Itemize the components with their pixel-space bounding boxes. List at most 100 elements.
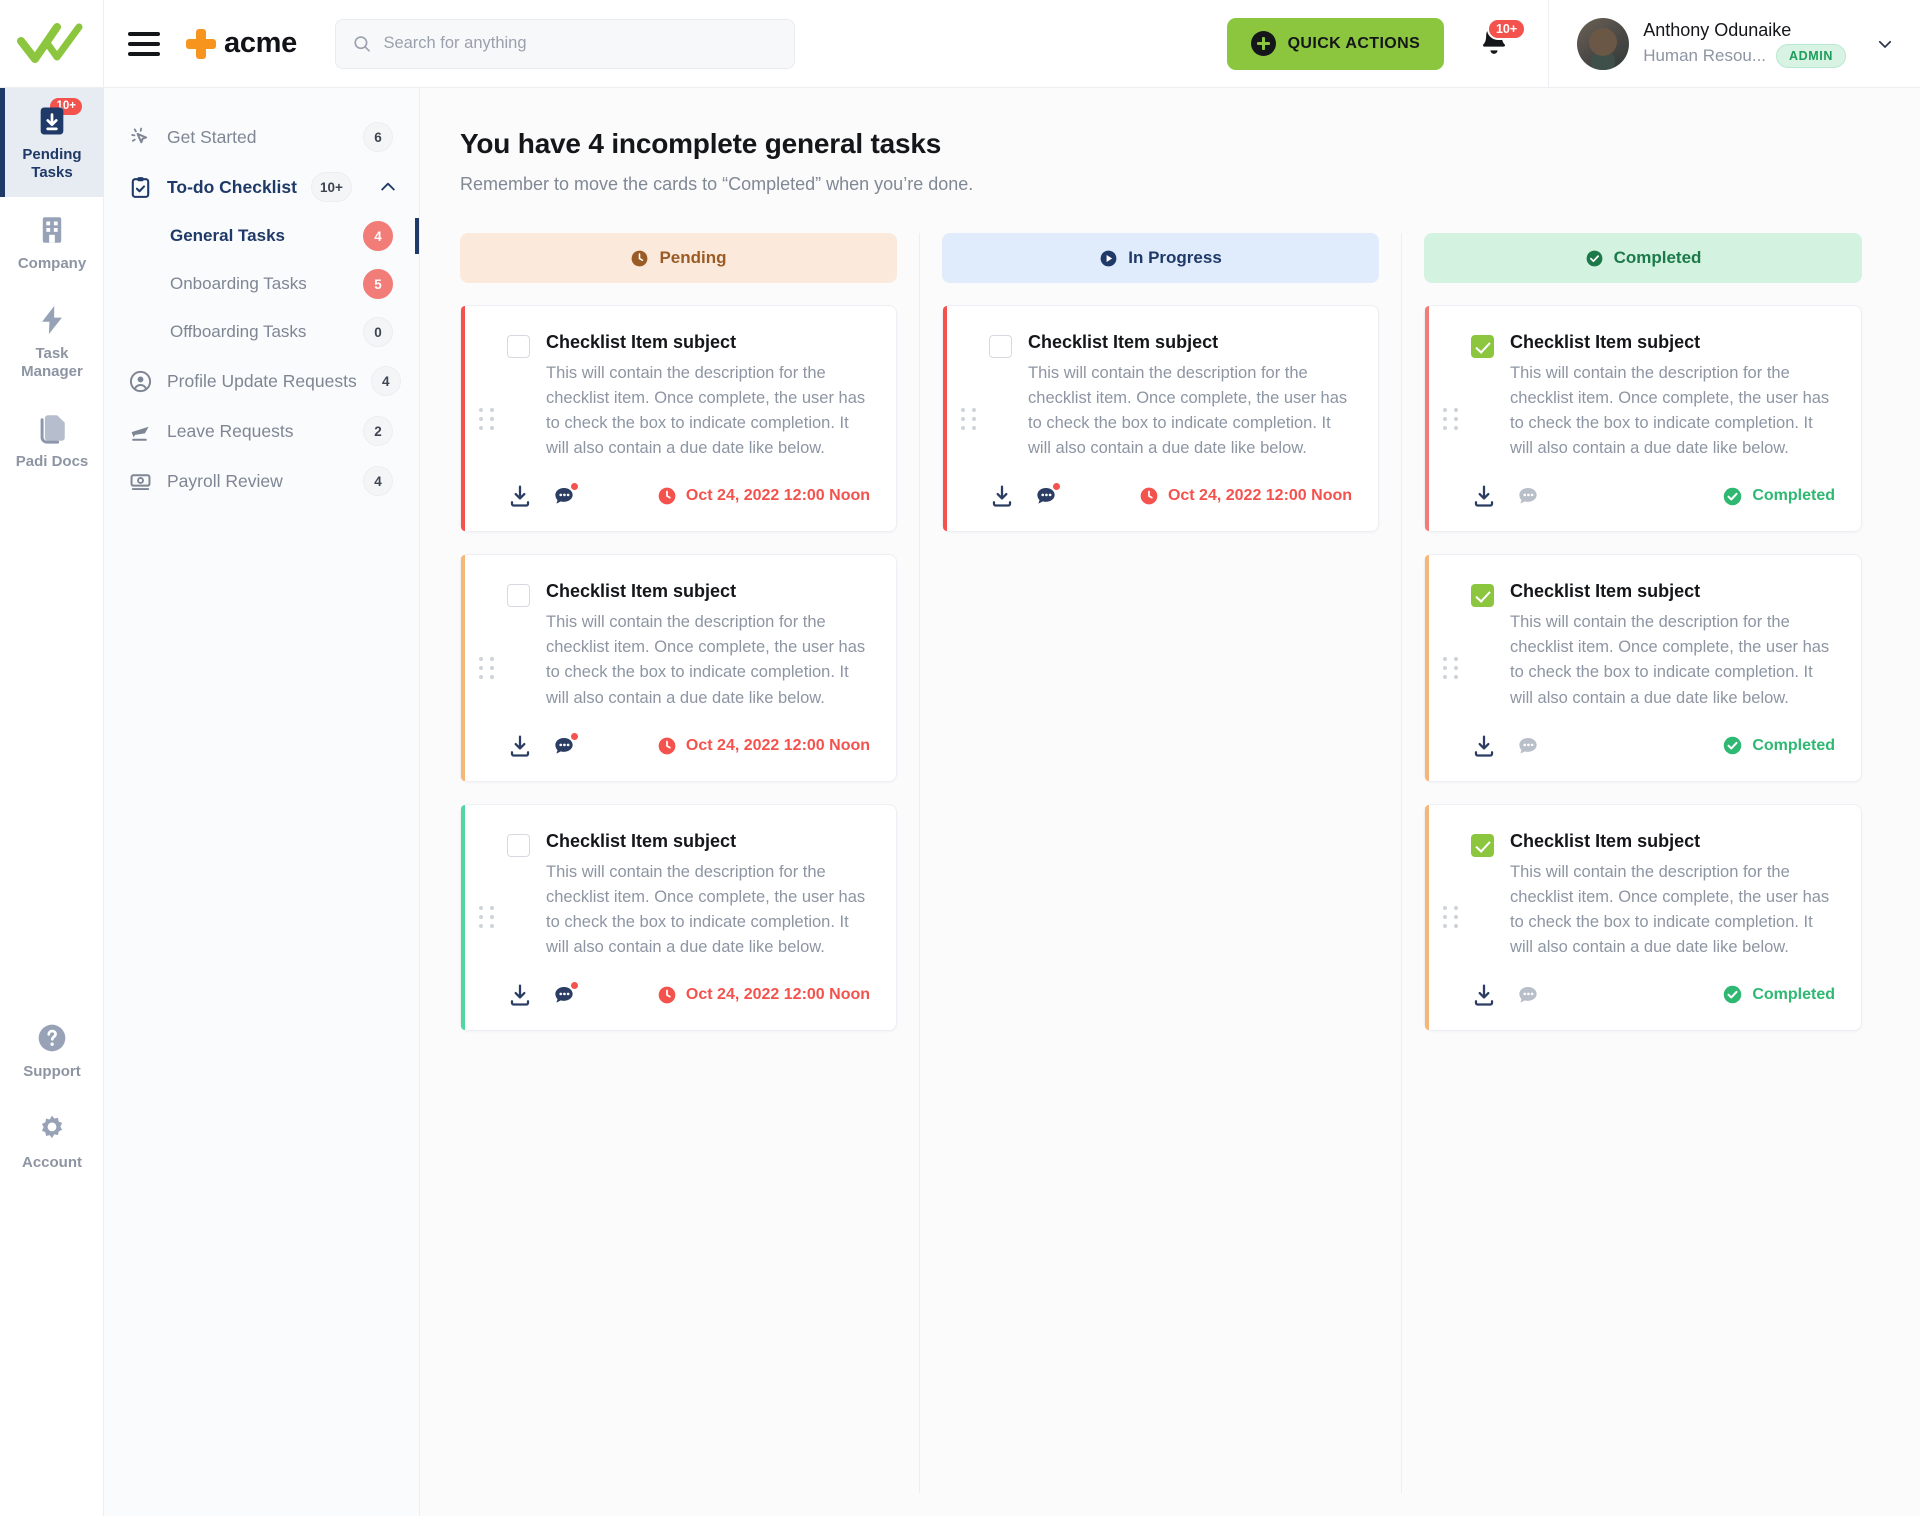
drag-handle[interactable] bbox=[961, 407, 977, 430]
card-body: Checklist Item subject This will contain… bbox=[546, 332, 870, 461]
download-button[interactable] bbox=[989, 483, 1015, 509]
rail-item-account[interactable]: Account bbox=[0, 1096, 104, 1186]
card-accent-bar bbox=[461, 804, 465, 1030]
orange-cross-icon bbox=[186, 28, 216, 59]
download-button[interactable] bbox=[507, 982, 533, 1008]
download-icon bbox=[1474, 735, 1494, 757]
column-title: Completed bbox=[1613, 248, 1702, 267]
download-icon bbox=[1474, 485, 1494, 507]
app-logo[interactable] bbox=[0, 0, 104, 88]
download-button[interactable] bbox=[1471, 982, 1497, 1008]
rail-label-pending-tasks: Pending Tasks bbox=[22, 146, 81, 183]
drag-handle[interactable] bbox=[479, 407, 494, 430]
card-header: Checklist Item subject This will contain… bbox=[1471, 332, 1835, 461]
task-checkbox[interactable] bbox=[507, 833, 530, 857]
nav-item-todo-checklist[interactable]: To-do Checklist 10+ bbox=[104, 162, 419, 212]
rail-item-padi-docs[interactable]: Padi Docs bbox=[0, 395, 104, 485]
comment-button[interactable] bbox=[1515, 733, 1541, 759]
card-description: This will contain the description for th… bbox=[1510, 862, 1830, 956]
card-status-text: Completed bbox=[1752, 487, 1835, 505]
card-body: Checklist Item subject This will contain… bbox=[1510, 332, 1835, 461]
comment-button[interactable] bbox=[1515, 483, 1541, 509]
nav-item-offboarding-tasks[interactable]: Offboarding Tasks 0 bbox=[104, 308, 419, 356]
task-card[interactable]: Checklist Item subject This will contain… bbox=[942, 305, 1380, 533]
comment-button[interactable] bbox=[1033, 482, 1062, 509]
task-card[interactable]: Checklist Item subject This will contain… bbox=[1424, 554, 1862, 782]
nav-item-onboarding-tasks[interactable]: Onboarding Tasks 5 bbox=[104, 260, 419, 308]
download-button[interactable] bbox=[507, 483, 533, 509]
comment-button[interactable] bbox=[1515, 982, 1541, 1008]
card-status: Oct 24, 2022 12:00 Noon bbox=[657, 985, 870, 1005]
search-box[interactable] bbox=[334, 18, 795, 69]
quick-actions-button[interactable]: QUICK ACTIONS bbox=[1226, 17, 1445, 70]
board-column-in-progress: In Progress Checklist Item subject This … bbox=[942, 233, 1403, 1493]
card-title: Checklist Item subject bbox=[1028, 332, 1219, 352]
download-button[interactable] bbox=[1471, 733, 1497, 759]
task-checkbox[interactable] bbox=[1471, 833, 1495, 857]
column-title: Pending bbox=[659, 248, 727, 267]
chevron-down-icon[interactable] bbox=[1876, 35, 1894, 53]
nav-item-payroll-review[interactable]: Payroll Review 4 bbox=[104, 456, 419, 506]
task-checkbox[interactable] bbox=[989, 335, 1013, 358]
nav-label-general-tasks: General Tasks bbox=[170, 226, 285, 245]
drag-handle[interactable] bbox=[1443, 906, 1459, 929]
nav-item-general-tasks[interactable]: General Tasks 4 bbox=[104, 212, 419, 260]
nav-badge-todo-checklist: 10+ bbox=[310, 172, 352, 202]
drag-handle[interactable] bbox=[1443, 656, 1459, 679]
card-status-text: Completed bbox=[1752, 736, 1835, 754]
card-footer: Completed bbox=[1471, 483, 1835, 509]
drag-handle[interactable] bbox=[479, 656, 494, 679]
nav-label-onboarding-tasks: Onboarding Tasks bbox=[170, 274, 307, 293]
card-title: Checklist Item subject bbox=[1510, 830, 1701, 851]
chevron-up-icon[interactable] bbox=[378, 177, 398, 197]
task-card[interactable]: Checklist Item subject This will contain… bbox=[460, 803, 898, 1031]
nav-item-profile-update-requests[interactable]: Profile Update Requests 4 bbox=[104, 356, 419, 406]
task-card[interactable]: Checklist Item subject This will contain… bbox=[460, 305, 898, 533]
page-title: You have 4 incomplete general tasks bbox=[460, 128, 942, 159]
comment-button[interactable] bbox=[551, 731, 579, 759]
drag-handle[interactable] bbox=[1443, 407, 1459, 430]
rail-item-task-manager[interactable]: Task Manager bbox=[0, 287, 104, 396]
nav-label-leave-requests: Leave Requests bbox=[167, 420, 294, 441]
card-footer: Oct 24, 2022 12:00 Noon bbox=[507, 482, 870, 509]
plus-circle-icon bbox=[1250, 31, 1276, 56]
search-input[interactable] bbox=[383, 34, 778, 53]
user-menu[interactable]: Anthony Odunaike Human Resou... ADMIN bbox=[1548, 0, 1894, 88]
nav-badge-payroll-review: 4 bbox=[363, 466, 393, 496]
rail-item-company[interactable]: Company bbox=[0, 197, 104, 287]
card-header: Checklist Item subject This will contain… bbox=[507, 831, 870, 960]
card-body: Checklist Item subject This will contain… bbox=[546, 831, 870, 960]
card-status: Completed bbox=[1722, 735, 1835, 756]
task-card[interactable]: Checklist Item subject This will contain… bbox=[460, 554, 898, 782]
download-button[interactable] bbox=[507, 733, 533, 759]
task-card[interactable]: Checklist Item subject This will contain… bbox=[1424, 305, 1862, 533]
rail-label-line2: Manager bbox=[21, 363, 83, 381]
nav-item-leave-requests[interactable]: Leave Requests 2 bbox=[104, 406, 419, 456]
nav-item-get-started[interactable]: Get Started 6 bbox=[104, 112, 419, 162]
drag-handle[interactable] bbox=[479, 906, 494, 929]
card-status: Completed bbox=[1722, 486, 1835, 507]
task-checkbox[interactable] bbox=[507, 584, 530, 608]
download-button[interactable] bbox=[1471, 483, 1497, 509]
task-card[interactable]: Checklist Item subject This will contain… bbox=[1424, 803, 1862, 1031]
nav-badge-profile-update-requests: 4 bbox=[370, 366, 401, 396]
column-header-completed: Completed bbox=[1424, 233, 1862, 283]
rail-item-pending-tasks[interactable]: 10+ Pending Tasks bbox=[0, 88, 104, 197]
brand[interactable]: acme bbox=[186, 27, 297, 60]
page-subtitle: Remember to move the cards to “Completed… bbox=[460, 174, 974, 194]
unread-indicator bbox=[570, 731, 579, 741]
comment-button[interactable] bbox=[551, 482, 579, 509]
check-circle-icon bbox=[1724, 487, 1742, 506]
card-status: Oct 24, 2022 12:00 Noon bbox=[657, 486, 870, 506]
hamburger-menu-icon[interactable] bbox=[128, 26, 164, 62]
task-checkbox[interactable] bbox=[1471, 335, 1495, 358]
rail-item-support[interactable]: Support bbox=[0, 1005, 104, 1095]
card-footer: Oct 24, 2022 12:00 Noon bbox=[507, 980, 870, 1008]
user-name: Anthony Odunaike bbox=[1643, 19, 1792, 40]
task-checkbox[interactable] bbox=[507, 335, 530, 358]
comment-button[interactable] bbox=[551, 980, 579, 1008]
notifications-button[interactable]: 10+ bbox=[1478, 17, 1527, 64]
card-accent-bar bbox=[461, 306, 465, 532]
task-checkbox[interactable] bbox=[1471, 584, 1495, 608]
main-content: You have 4 incomplete general tasks Reme… bbox=[420, 88, 1920, 1516]
